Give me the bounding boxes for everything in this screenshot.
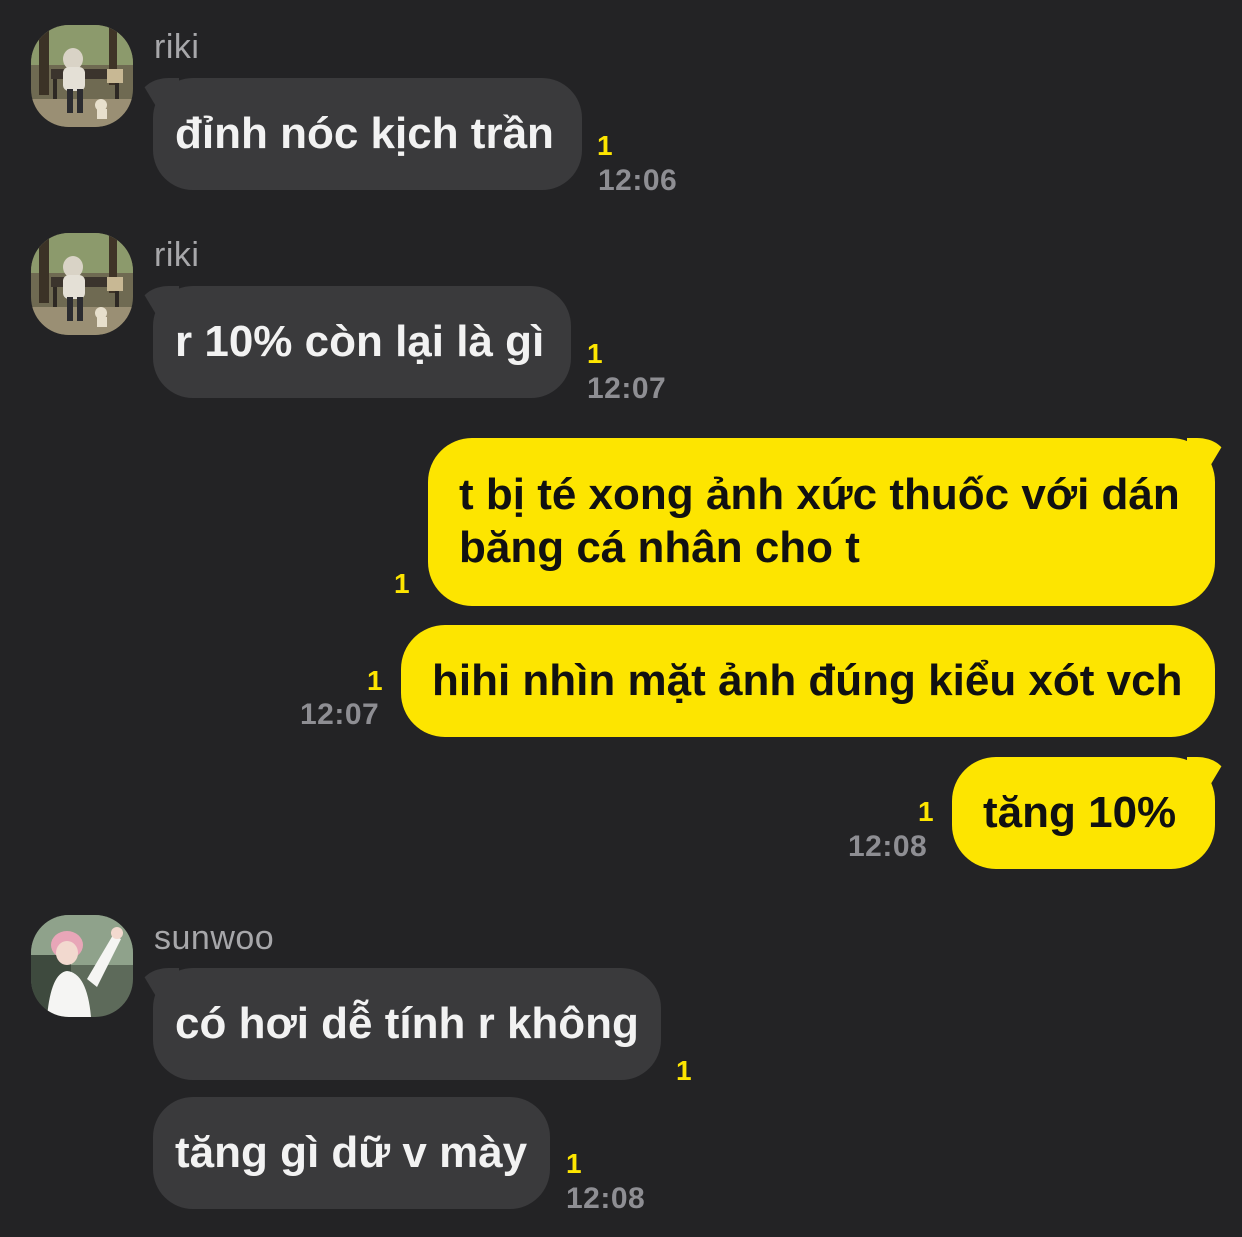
message-text-line: t bị té xong ảnh xức thuốc với dán: [459, 470, 1180, 519]
message-bubble[interactable]: đỉnh nóc kịch trần: [153, 78, 582, 190]
message-bubble[interactable]: t bị té xong ảnh xức thuốc với dán băng …: [428, 438, 1215, 606]
sender-name-sunwoo: sunwoo: [154, 919, 275, 957]
unread-count: 1: [676, 1055, 692, 1086]
message-bubble[interactable]: tăng 10%: [952, 757, 1215, 869]
message-timestamp: 12:08: [566, 1182, 646, 1215]
message-text: tăng gì dữ v mày: [175, 1128, 528, 1177]
unread-count: 1: [566, 1148, 582, 1179]
unread-count: 1: [918, 796, 934, 827]
unread-count: 1: [367, 665, 383, 696]
message-bubble[interactable]: hihi nhìn mặt ảnh đúng kiểu xót vch: [401, 625, 1215, 737]
message-bubble[interactable]: có hơi dễ tính r không: [153, 968, 661, 1080]
message-text: r 10% còn lại là gì: [175, 317, 545, 366]
sunwoo-avatar-photo: [31, 915, 133, 1017]
message-text: có hơi dễ tính r không: [175, 999, 639, 1048]
message-text-line: băng cá nhân cho t: [459, 523, 860, 572]
sunwoo-avatar[interactable]: [31, 915, 133, 1017]
message-text: đỉnh nóc kịch trần: [175, 109, 554, 158]
riki-avatar[interactable]: [31, 233, 133, 335]
message-timestamp: 12:07: [587, 372, 667, 405]
riki-avatar-photo: [31, 233, 133, 335]
message-bubble[interactable]: tăng gì dữ v mày: [153, 1097, 550, 1209]
message-timestamp: 12:07: [300, 698, 380, 731]
unread-count: 1: [587, 338, 603, 369]
unread-count: 1: [597, 130, 613, 161]
message-text: hihi nhìn mặt ảnh đúng kiểu xót vch: [432, 656, 1183, 705]
sender-name-riki: riki: [154, 236, 200, 274]
message-text: tăng 10%: [983, 788, 1177, 837]
riki-avatar-photo: [31, 25, 133, 127]
unread-count: 1: [394, 568, 410, 599]
message-timestamp: 12:06: [598, 164, 678, 197]
riki-avatar[interactable]: [31, 25, 133, 127]
sender-name-riki: riki: [154, 28, 200, 66]
message-bubble[interactable]: r 10% còn lại là gì: [153, 286, 571, 398]
message-timestamp: 12:08: [848, 830, 928, 863]
